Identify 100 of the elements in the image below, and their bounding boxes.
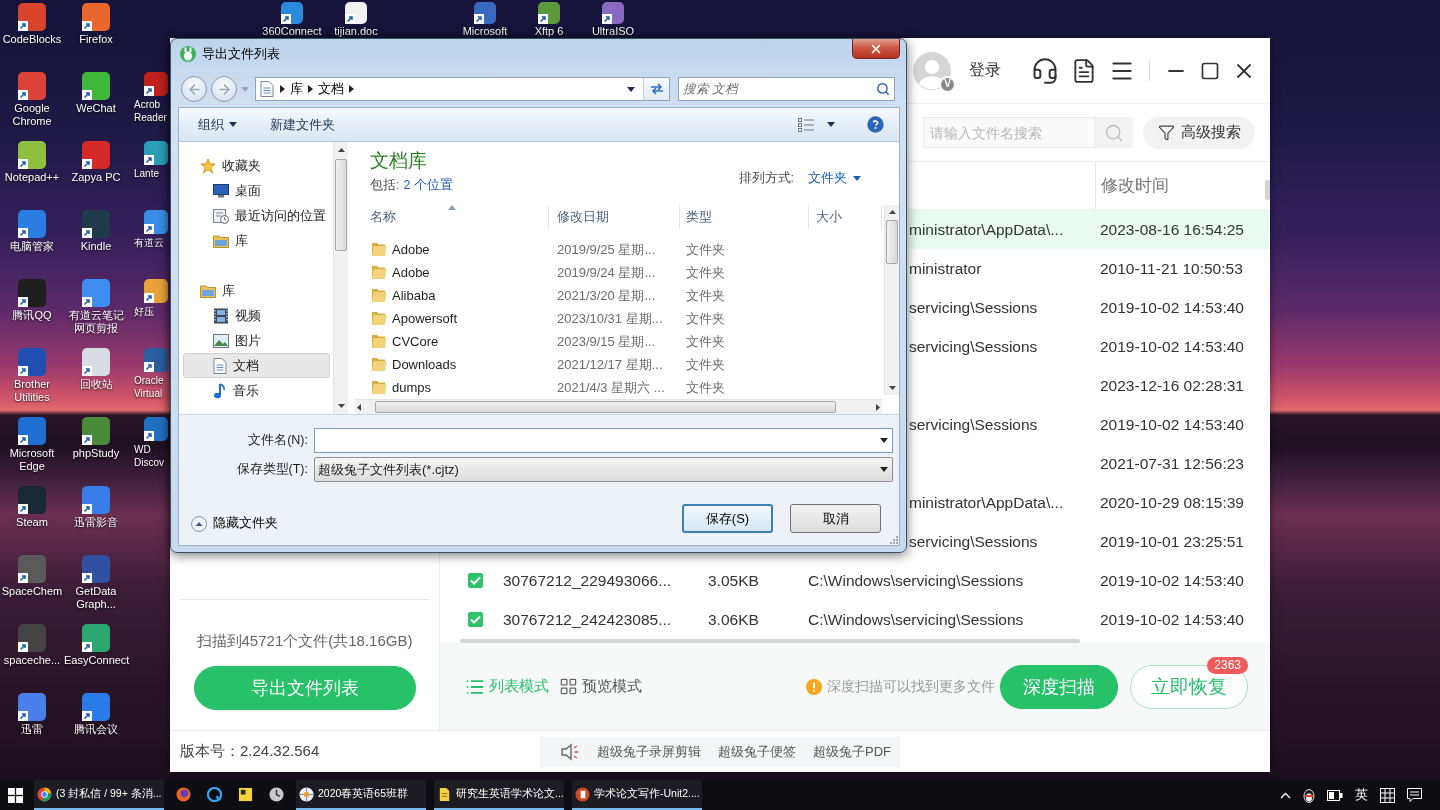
horizontal-scrollbar[interactable] xyxy=(355,399,882,414)
hide-folders-button[interactable]: 隐藏文件夹 xyxy=(191,515,278,532)
app-shortcut-icon[interactable] xyxy=(82,486,110,514)
shortcut-label[interactable]: Microsoft xyxy=(462,25,508,37)
shortcut-label[interactable]: tijian.doc xyxy=(334,25,378,37)
shortcut-label[interactable]: 360Connect xyxy=(262,25,322,37)
shortcut-label[interactable]: Lante xyxy=(134,167,160,180)
app-shortcut-icon[interactable] xyxy=(82,279,110,307)
battery-icon[interactable] xyxy=(1327,789,1343,801)
nav-item[interactable]: 库 xyxy=(183,228,330,253)
help-icon[interactable] xyxy=(867,116,884,133)
shortcut-label[interactable]: 有道云笔记网页剪报 xyxy=(64,309,128,335)
locations-link[interactable]: 2 个位置 xyxy=(403,177,453,194)
product-link[interactable]: 超级兔子录屏剪辑 xyxy=(597,742,701,761)
app-shortcut-icon[interactable] xyxy=(144,417,168,441)
taskbar-button[interactable]: 学术论文写作-Unit2.... xyxy=(572,780,702,810)
shortcut-label[interactable]: GetData Graph... xyxy=(64,585,128,611)
app-shortcut-icon[interactable] xyxy=(144,210,168,234)
shortcut-label[interactable]: WeChat xyxy=(76,102,116,115)
folder-name[interactable]: Downloads xyxy=(392,357,457,372)
table-row[interactable]: ministrator\AppData\... 2020-10-29 08:15:39 xyxy=(908,483,1270,522)
scrollbar-thumb[interactable] xyxy=(375,401,836,413)
search-field[interactable]: 搜索 文档 xyxy=(678,77,895,101)
product-link[interactable]: 超级兔子便签 xyxy=(718,742,796,761)
new-folder-button[interactable]: 新建文件夹 xyxy=(270,115,335,134)
triangle-down-icon[interactable] xyxy=(888,386,896,390)
vertical-scrollbar[interactable] xyxy=(884,205,899,395)
breadcrumb-item[interactable]: 文档 xyxy=(313,80,349,98)
product-link[interactable]: 超级兔子PDF xyxy=(813,742,891,761)
app-shortcut-icon[interactable] xyxy=(18,624,46,652)
app-shortcut-icon[interactable] xyxy=(82,555,110,583)
app-shortcut-icon[interactable] xyxy=(281,2,303,24)
shortcut-label[interactable]: Brother Utilities xyxy=(0,378,64,404)
shortcut-label[interactable]: Google Chrome xyxy=(0,102,64,128)
shortcut-label[interactable]: Steam xyxy=(16,516,48,529)
triangle-left-icon[interactable] xyxy=(357,403,361,411)
app-shortcut-icon[interactable] xyxy=(18,210,46,238)
advanced-search-button[interactable]: 高级搜索 xyxy=(1143,116,1255,149)
address-bar[interactable]: 库 文档 xyxy=(255,77,670,101)
shortcut-label[interactable]: 回收站 xyxy=(79,378,113,391)
nav-item[interactable]: 库 xyxy=(183,278,330,303)
app-shortcut-icon[interactable] xyxy=(82,693,110,721)
nav-item[interactable]: 音乐 xyxy=(183,378,330,403)
shortcut-label[interactable]: 迅雷 xyxy=(21,723,43,736)
dialog-button[interactable]: 保存(S) xyxy=(682,504,773,533)
nav-item[interactable]: 视频 xyxy=(183,303,330,328)
shortcut-label[interactable]: 好压 xyxy=(134,305,154,318)
taskbar-button[interactable]: (3 封私信 / 99+ 条消... xyxy=(34,780,164,810)
checkbox[interactable] xyxy=(468,612,483,627)
file-text-icon[interactable] xyxy=(1071,57,1097,84)
app-shortcut-icon[interactable] xyxy=(144,72,168,96)
table-row[interactable]: servicing\Sessions 2019-10-01 23:25:51 xyxy=(908,522,1270,561)
shortcut-label[interactable]: 有道云 xyxy=(134,236,164,249)
notification-icon[interactable] xyxy=(1407,788,1422,802)
app-shortcut-icon[interactable] xyxy=(18,555,46,583)
breadcrumb-item[interactable]: 库 xyxy=(285,80,308,98)
taskbar-button[interactable]: 研究生英语学术论文... xyxy=(434,780,564,810)
folder-name[interactable]: Alibaba xyxy=(392,288,436,303)
app-shortcut-icon[interactable] xyxy=(18,279,46,307)
app-shortcut-icon[interactable] xyxy=(18,3,46,31)
vertical-scrollbar[interactable] xyxy=(333,142,348,414)
nav-item[interactable]: 最近访问的位置 xyxy=(183,203,330,228)
folder-name[interactable]: Adobe xyxy=(392,242,430,257)
table-row[interactable]: servicing\Sessions 2019-10-02 14:53:40 xyxy=(908,405,1270,444)
penguin-icon[interactable] xyxy=(1303,787,1315,803)
shortcut-label[interactable]: EasyConnect xyxy=(64,654,128,667)
shortcut-label[interactable]: WD Discov xyxy=(134,443,168,469)
folder-name[interactable]: Adobe xyxy=(392,265,430,280)
shortcut-label[interactable]: Kindle xyxy=(80,240,112,253)
shortcut-label[interactable]: Oracle Virtual xyxy=(134,374,168,400)
nav-item[interactable]: 文档 xyxy=(183,353,330,378)
headset-icon[interactable] xyxy=(1031,56,1059,85)
taskbar-button[interactable]: 2020春英语65班群 xyxy=(296,780,426,810)
nav-item[interactable]: 收藏夹 xyxy=(183,153,330,178)
table-row[interactable]: servicing\Sessions 2019-10-02 14:53:40 xyxy=(908,288,1270,327)
shortcut-label[interactable]: 电脑管家 xyxy=(10,240,54,253)
nav-item[interactable]: 图片 xyxy=(183,328,330,353)
chevron-up-icon[interactable] xyxy=(1280,791,1291,799)
shortcut-label[interactable]: 腾讯会议 xyxy=(74,723,118,736)
shortcut-label[interactable]: UltraISO xyxy=(591,25,635,37)
app-shortcut-icon[interactable] xyxy=(18,348,46,376)
file-type-select[interactable]: 超级兔子文件列表(*.cjtz) xyxy=(314,457,893,482)
app-shortcut-icon[interactable] xyxy=(18,72,46,100)
shortcut-label[interactable]: Microsoft Edge xyxy=(0,447,64,473)
shortcut-label[interactable]: 迅雷影音 xyxy=(74,516,118,529)
arrange-dropdown[interactable]: 文件夹 xyxy=(808,169,861,187)
shortcut-label[interactable]: Acrob Reader xyxy=(134,98,168,124)
organize-menu[interactable]: 组织 xyxy=(198,115,237,134)
app-shortcut-icon[interactable] xyxy=(82,141,110,169)
shortcut-label[interactable]: 腾讯QQ xyxy=(12,309,52,322)
scrollbar-thumb[interactable] xyxy=(1265,180,1270,200)
triangle-up-icon[interactable] xyxy=(888,210,896,214)
shortcut-label[interactable]: SpaceChem xyxy=(1,585,63,598)
app-shortcut-icon[interactable] xyxy=(82,624,110,652)
app-shortcut-icon[interactable] xyxy=(345,2,367,24)
search-icon[interactable] xyxy=(876,82,890,96)
table-row[interactable]: servicing\Sessions 2019-10-02 14:53:40 xyxy=(908,327,1270,366)
app-shortcut-icon[interactable] xyxy=(18,693,46,721)
shortcut-label[interactable]: Notepad++ xyxy=(4,171,60,184)
file-name-field[interactable] xyxy=(314,428,893,453)
